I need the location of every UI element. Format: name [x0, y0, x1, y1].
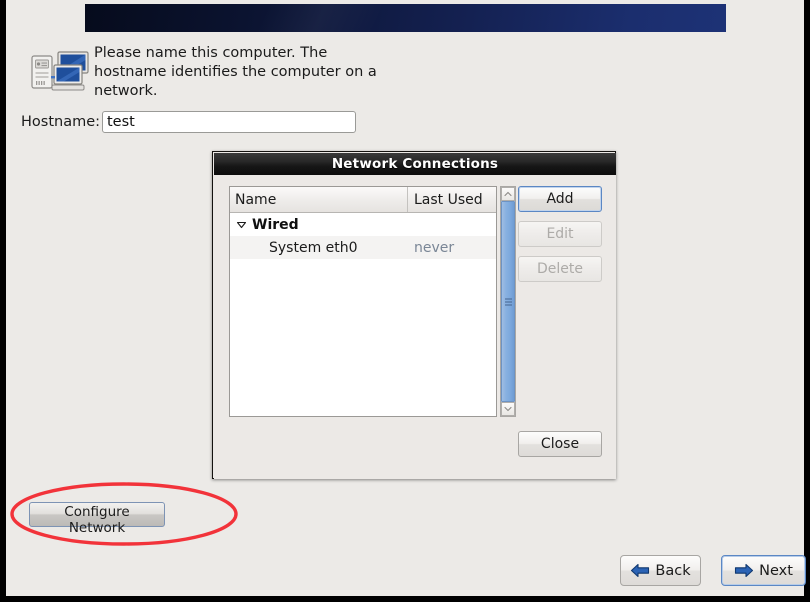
next-button-label: Next — [759, 562, 793, 579]
edit-connection-button: Edit — [518, 221, 602, 247]
network-computers-icon — [30, 50, 92, 92]
list-group-label: Wired — [252, 216, 299, 233]
hostname-label: Hostname: — [21, 114, 101, 130]
scroll-down-button[interactable] — [501, 402, 515, 416]
scrollbar-thumb[interactable] — [501, 201, 515, 402]
scroll-up-button[interactable] — [501, 187, 515, 201]
dialog-title: Network Connections — [331, 156, 499, 172]
arrow-left-icon — [630, 563, 650, 578]
dialog-body: Name Last Used Wired System eth0 never A… — [214, 175, 616, 479]
add-connection-button[interactable]: Add — [518, 186, 602, 212]
network-connections-dialog: Network Connections Name Last Used Wired… — [212, 151, 616, 479]
arrow-right-icon — [734, 563, 754, 578]
next-button[interactable]: Next — [721, 555, 806, 586]
delete-connection-button: Delete — [518, 256, 602, 282]
list-scrollbar[interactable] — [500, 186, 516, 417]
banner-sheen — [85, 4, 726, 32]
chevron-down-icon[interactable] — [234, 218, 248, 232]
configure-network-button[interactable]: Configure Network — [29, 502, 165, 536]
intro-text: Please name this computer. The hostname … — [94, 45, 377, 99]
scrollbar-track[interactable] — [501, 201, 515, 402]
back-button[interactable]: Back — [620, 555, 701, 586]
connection-name: System eth0 — [269, 239, 358, 256]
connections-list[interactable]: Name Last Used Wired System eth0 never — [229, 186, 497, 417]
list-header: Name Last Used — [230, 187, 496, 213]
installer-banner — [85, 4, 726, 32]
back-button-label: Back — [655, 562, 691, 579]
table-row[interactable]: System eth0 never — [230, 236, 496, 259]
column-header-last-used[interactable]: Last Used — [408, 187, 496, 212]
installer-page: Please name this computer. The hostname … — [6, 0, 806, 596]
dialog-titlebar[interactable]: Network Connections — [214, 153, 616, 175]
screenshot-root: Please name this computer. The hostname … — [0, 0, 810, 602]
hostname-input[interactable] — [102, 111, 356, 133]
scrollbar-grip-icon — [505, 298, 512, 305]
list-group-wired[interactable]: Wired — [230, 213, 496, 236]
close-dialog-button[interactable]: Close — [518, 431, 602, 457]
column-header-name[interactable]: Name — [230, 187, 408, 212]
connection-last-used: never — [414, 239, 455, 256]
